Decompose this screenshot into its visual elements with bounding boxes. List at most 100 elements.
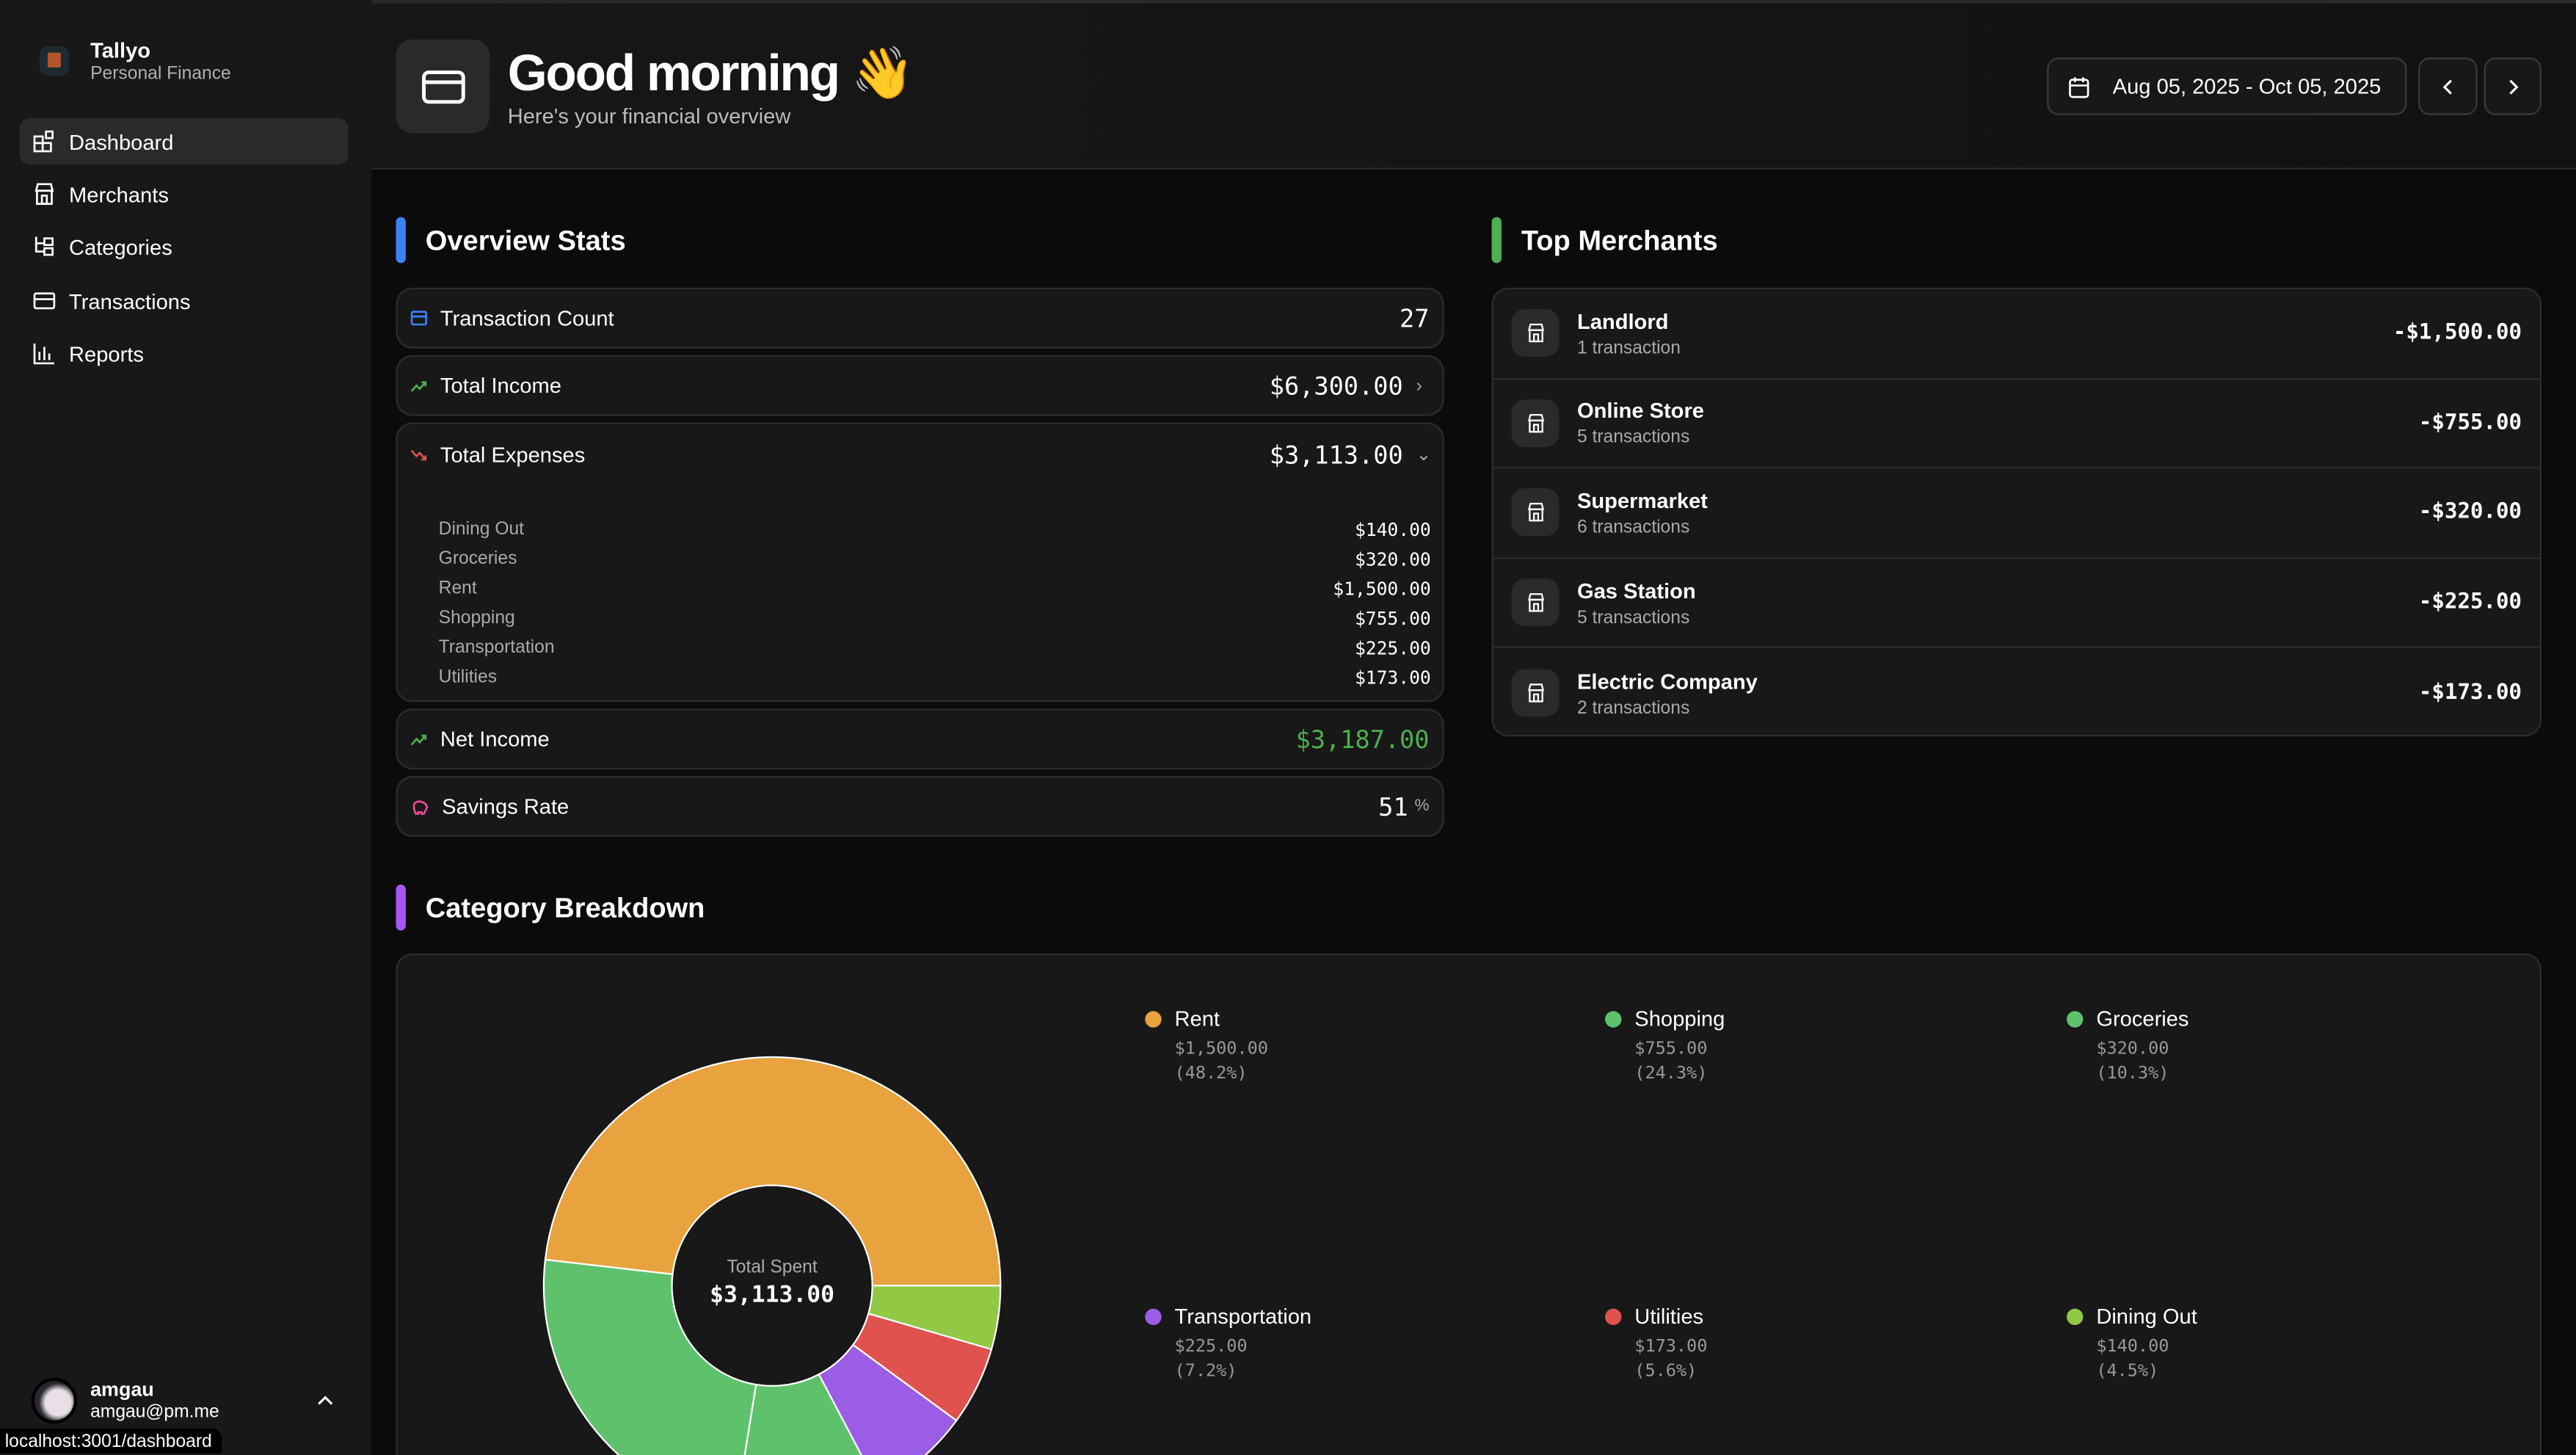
overview-stats-title: Overview Stats <box>425 225 626 257</box>
legend-amount: $1,500.00 <box>1174 1039 1268 1059</box>
stat-total-expenses[interactable]: Total Expenses $3,113.00 ⌄ Dining Out $14… <box>396 422 1444 703</box>
stat-label: Transaction Count <box>440 305 614 331</box>
section-accent-bar <box>1491 217 1502 264</box>
store-icon <box>1511 489 1560 537</box>
legend-percent: (5.6%) <box>1634 1361 1698 1382</box>
previous-period-button[interactable] <box>2418 57 2478 115</box>
stat-label: Total Income <box>440 373 561 398</box>
expense-value: $225.00 <box>1354 637 1431 660</box>
legend-swatch <box>1605 1308 1622 1326</box>
merchant-transaction-count: 2 transactions <box>1576 698 1690 718</box>
section-accent-bar <box>396 884 406 931</box>
stat-value: 51 <box>1378 791 1408 821</box>
sidebar-item-label: Reports <box>69 341 144 366</box>
expense-value: $1,500.00 <box>1333 578 1431 600</box>
merchant-name: Online Store <box>1576 398 1704 424</box>
merchant-amount: -$1,500.00 <box>2393 321 2522 346</box>
user-menu-button[interactable]: amgau amgau@pm.me <box>20 1371 352 1431</box>
legend-label: Groceries <box>2096 1006 2189 1031</box>
legend-percent: (48.2%) <box>1174 1063 1248 1084</box>
legend-swatch <box>1145 1011 1162 1028</box>
trending-up-icon <box>410 380 427 391</box>
legend-label: Dining Out <box>2096 1303 2197 1329</box>
expense-row: Groceries $320.00 <box>439 549 1431 570</box>
legend-swatch <box>2067 1011 2084 1028</box>
merchant-name: Landlord <box>1576 308 1669 334</box>
date-range-picker[interactable]: Aug 05, 2025 - Oct 05, 2025 <box>2047 57 2407 115</box>
stat-unit: % <box>1414 797 1430 816</box>
sidebar-item-reports[interactable]: Reports <box>20 330 349 377</box>
expense-name: Utilities <box>438 667 498 688</box>
category-breakdown-title: Category Breakdown <box>425 893 705 924</box>
top-merchants-title: Top Merchants <box>1521 225 1718 257</box>
legend-percent: (10.3%) <box>2096 1063 2169 1084</box>
pie-slice-rent[interactable] <box>544 1056 1002 1287</box>
merchant-row[interactable]: Online Store 5 transactions -$755.00 <box>1493 379 2540 469</box>
merchant-transaction-count: 5 transactions <box>1576 428 1690 449</box>
expense-row: Dining Out $140.00 <box>439 520 1431 541</box>
merchant-row[interactable]: Landlord 1 transaction -$1,500.00 <box>1493 289 2540 380</box>
merchant-transaction-count: 6 transactions <box>1576 518 1690 538</box>
dashboard-icon <box>33 130 54 153</box>
donut-center-value: $3,113.00 <box>710 1282 834 1309</box>
stat-total-income[interactable]: Total Income $6,300.00 › <box>396 355 1444 416</box>
chevron-down-icon: ⌄ <box>1416 445 1432 465</box>
expense-name: Rent <box>438 578 477 599</box>
expense-row: Transportation $225.00 <box>439 638 1431 659</box>
date-range-label: Aug 05, 2025 - Oct 05, 2025 <box>2112 73 2382 99</box>
sidebar-item-dashboard[interactable]: Dashboard <box>19 118 349 164</box>
expense-value: $320.00 <box>1354 548 1431 571</box>
expense-row: Utilities $173.00 <box>439 667 1431 689</box>
donut-center-label: Total Spent <box>727 1258 818 1278</box>
merchant-row[interactable]: Gas Station 5 transactions -$225.00 <box>1493 559 2540 649</box>
stat-value: 27 <box>1400 303 1430 333</box>
trending-down-icon <box>410 449 427 460</box>
legend-percent: (24.3%) <box>1634 1063 1708 1084</box>
stat-transaction-count: Transaction Count 27 <box>396 287 1444 349</box>
stat-label: Net Income <box>440 726 550 752</box>
legend-amount: $140.00 <box>2096 1336 2169 1357</box>
category-breakdown-card: Total Spent $3,113.00 Rent $1,500.00 (48… <box>396 953 2542 1455</box>
merchant-row[interactable]: Supermarket 6 transactions -$320.00 <box>1493 469 2540 559</box>
merchant-amount: -$755.00 <box>2418 410 2522 436</box>
stat-value: $3,113.00 <box>1269 440 1403 470</box>
merchant-amount: -$173.00 <box>2418 681 2522 706</box>
sidebar-item-transactions[interactable]: Transactions <box>20 277 349 324</box>
page-title: Good morning 👋 <box>507 44 915 102</box>
expense-name: Transportation <box>438 637 555 658</box>
card-icon <box>410 311 428 326</box>
legend-label: Transportation <box>1174 1303 1312 1329</box>
card-icon <box>33 292 56 310</box>
page-subtitle: Here's your financial overview <box>507 104 791 128</box>
status-url: localhost:3001/dashboard <box>0 1429 222 1454</box>
app-name: Tallyo <box>90 37 151 63</box>
avatar <box>31 1377 78 1424</box>
legend-percent: (7.2%) <box>1174 1361 1237 1382</box>
legend-amount: $225.00 <box>1174 1336 1248 1357</box>
sidebar-item-label: Transactions <box>69 289 191 313</box>
merchant-amount: -$320.00 <box>2418 500 2522 526</box>
expense-name: Dining Out <box>438 519 525 540</box>
legend-swatch <box>1145 1308 1162 1326</box>
expense-row: Shopping $755.00 <box>439 609 1431 630</box>
sidebar: Tallyo Personal Finance Dashboard Mercha… <box>0 0 371 1455</box>
store-icon <box>1511 578 1560 627</box>
sidebar-item-merchants[interactable]: Merchants <box>20 171 349 217</box>
header-card-icon <box>396 39 490 134</box>
app-subtitle: Personal Finance <box>90 64 231 84</box>
sidebar-item-label: Merchants <box>69 181 169 207</box>
merchant-row[interactable]: Electric Company 2 transactions -$173.00 <box>1493 648 2540 735</box>
tree-icon <box>34 236 54 256</box>
merchants-list: Landlord 1 transaction -$1,500.00 Online … <box>1491 287 2542 737</box>
donut-chart <box>542 1056 1002 1455</box>
sidebar-item-categories[interactable]: Categories <box>20 224 349 270</box>
merchant-name: Supermarket <box>1576 488 1708 513</box>
legend-label: Rent <box>1174 1006 1220 1031</box>
next-period-button[interactable] <box>2484 57 2542 115</box>
app-root: Tallyo Personal Finance Dashboard Mercha… <box>0 0 2576 1455</box>
chevron-right-icon <box>2508 79 2518 94</box>
user-name: amgau <box>90 1377 154 1401</box>
merchant-amount: -$225.00 <box>2418 590 2522 615</box>
expense-value: $140.00 <box>1354 519 1431 541</box>
calendar-icon <box>2069 76 2089 98</box>
